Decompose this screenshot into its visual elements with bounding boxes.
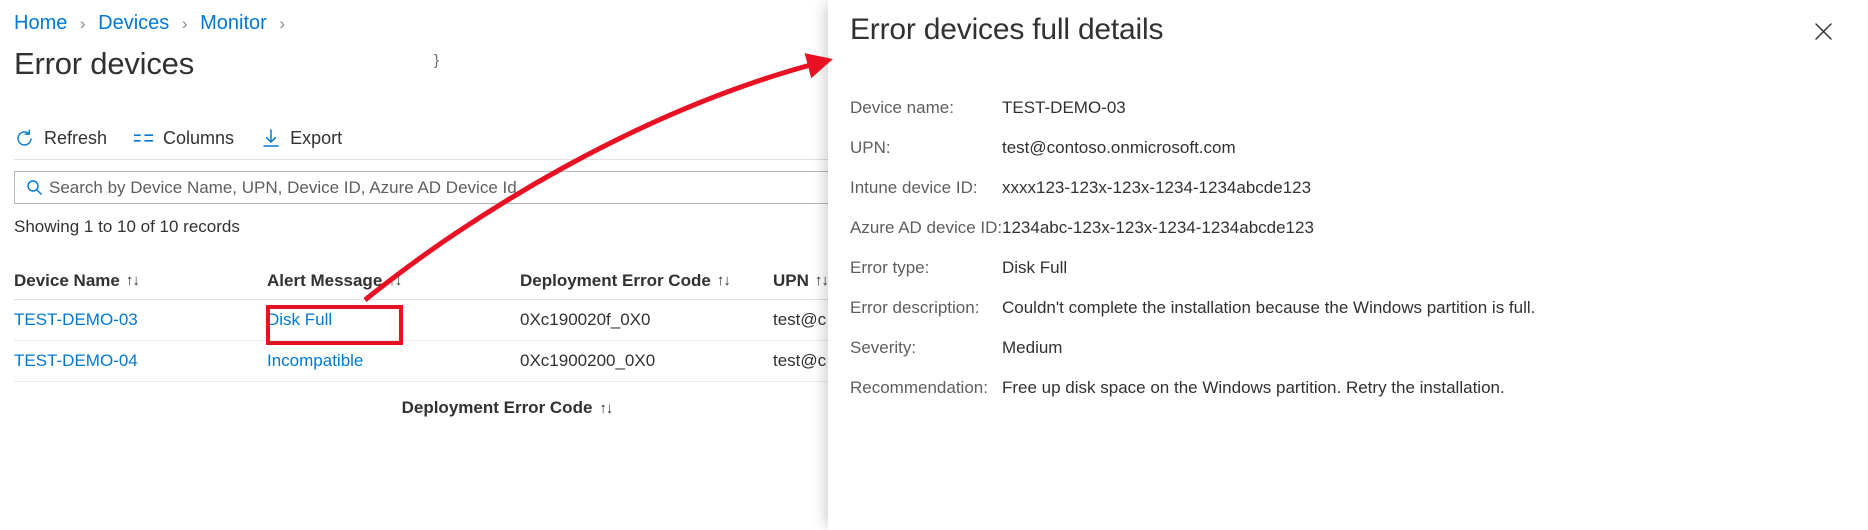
detail-label: Device name: [850, 98, 1002, 118]
detail-label: Severity: [850, 338, 1002, 358]
detail-row-upn: UPN: test@contoso.onmicrosoft.com [850, 138, 1852, 178]
breadcrumb-item-home[interactable]: Home [14, 12, 67, 34]
sort-arrows-icon[interactable]: ↑↓ [599, 401, 612, 416]
detail-row-azure-ad-device-id: Azure AD device ID: 1234abc-123x-123x-12… [850, 218, 1852, 258]
breadcrumb-item-monitor[interactable]: Monitor [200, 12, 267, 34]
command-bar: Refresh Columns Export [14, 120, 368, 156]
alert-message-link[interactable]: Incompatible [267, 351, 363, 370]
column-header-label: Device Name [14, 271, 120, 291]
columns-icon [133, 128, 154, 149]
detail-row-recommendation: Recommendation: Free up disk space on th… [850, 378, 1852, 418]
detail-row-device-name: Device name: TEST-DEMO-03 [850, 98, 1852, 138]
refresh-button[interactable]: Refresh [14, 126, 121, 150]
detail-label: Recommendation: [850, 378, 1002, 398]
export-button[interactable]: Export [260, 126, 356, 150]
detail-value: Medium [1002, 338, 1062, 358]
breadcrumb: Home › Devices › Monitor › [14, 10, 292, 37]
column-header-label: Alert Message [267, 271, 382, 291]
records-summary: Showing 1 to 10 of 10 records [14, 216, 240, 238]
column-header-device-name[interactable]: Device Name ↑↓ [14, 271, 267, 291]
device-name-link[interactable]: TEST-DEMO-03 [14, 310, 138, 329]
alert-message-link[interactable]: Disk Full [267, 310, 332, 329]
sort-arrows-icon[interactable]: ↑↓ [388, 273, 401, 288]
breadcrumb-separator-icon: › [272, 14, 292, 33]
detail-row-intune-device-id: Intune device ID: xxxx123-123x-123x-1234… [850, 178, 1852, 218]
column-header-label: UPN [773, 271, 809, 291]
footer-column-label: Deployment Error Code [402, 398, 593, 418]
detail-label: Error description: [850, 298, 1002, 318]
columns-button[interactable]: Columns [133, 126, 248, 150]
close-icon [1813, 21, 1834, 42]
deployment-error-code-value: 0Xc190020f_0X0 [520, 310, 773, 330]
detail-row-error-description: Error description: Couldn't complete the… [850, 298, 1852, 338]
detail-value: xxxx123-123x-123x-1234-1234abcde123 [1002, 178, 1311, 198]
stray-mark: } [434, 52, 439, 69]
detail-label: UPN: [850, 138, 1002, 158]
detail-row-severity: Severity: Medium [850, 338, 1852, 378]
detail-row-error-type: Error type: Disk Full [850, 258, 1852, 298]
column-header-label: Deployment Error Code [520, 271, 711, 291]
close-button[interactable] [1806, 14, 1840, 48]
sort-arrows-icon[interactable]: ↑↓ [815, 273, 828, 288]
details-field-list: Device name: TEST-DEMO-03 UPN: test@cont… [850, 98, 1852, 418]
detail-label: Azure AD device ID: [850, 218, 1002, 238]
sort-arrows-icon[interactable]: ↑↓ [717, 273, 730, 288]
detail-value: test@contoso.onmicrosoft.com [1002, 138, 1236, 158]
deployment-error-code-value: 0Xc1900200_0X0 [520, 351, 773, 371]
page-title: Error devices [14, 44, 194, 84]
detail-label: Error type: [850, 258, 1002, 278]
refresh-label: Refresh [44, 126, 107, 150]
error-device-details-panel: Error devices full details Device name: … [828, 0, 1868, 530]
columns-label: Columns [163, 126, 234, 150]
details-panel-title: Error devices full details [850, 10, 1163, 50]
sort-arrows-icon[interactable]: ↑↓ [126, 273, 139, 288]
breadcrumb-item-devices[interactable]: Devices [98, 12, 169, 34]
column-header-deployment-error-code[interactable]: Deployment Error Code ↑↓ [520, 271, 773, 291]
export-icon [260, 128, 281, 149]
device-name-link[interactable]: TEST-DEMO-04 [14, 351, 138, 370]
column-header-alert-message[interactable]: Alert Message ↑↓ [267, 271, 520, 291]
detail-value: Free up disk space on the Windows partit… [1002, 378, 1505, 398]
search-icon [25, 179, 43, 197]
detail-label: Intune device ID: [850, 178, 1002, 198]
refresh-icon [14, 128, 35, 149]
export-label: Export [290, 126, 342, 150]
screen-root: Home › Devices › Monitor › Error devices… [0, 0, 1868, 530]
detail-value: 1234abc-123x-123x-1234-1234abcde123 [1002, 218, 1314, 238]
detail-value: Couldn't complete the installation becau… [1002, 298, 1535, 318]
detail-value: TEST-DEMO-03 [1002, 98, 1126, 118]
detail-value: Disk Full [1002, 258, 1067, 278]
breadcrumb-separator-icon: › [73, 14, 93, 33]
breadcrumb-separator-icon: › [175, 14, 195, 33]
